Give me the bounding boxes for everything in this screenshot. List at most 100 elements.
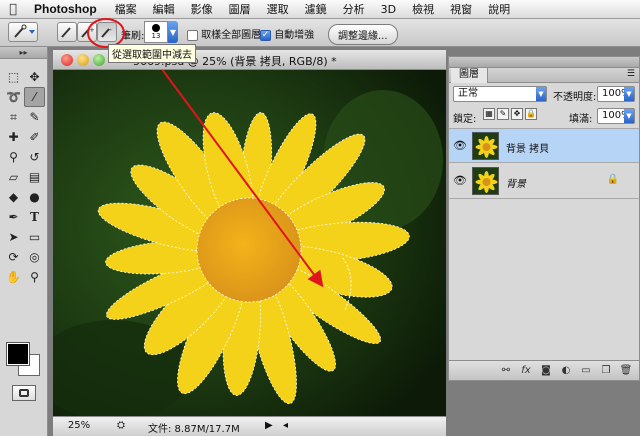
pen-tool-icon[interactable]: ✒ bbox=[3, 207, 24, 227]
menu-filter[interactable]: 濾鏡 bbox=[297, 1, 335, 17]
eye-icon[interactable]: 👁 bbox=[452, 139, 468, 153]
flower-image bbox=[53, 70, 446, 416]
layer-thumbnail bbox=[472, 167, 499, 195]
marquee-tool-icon[interactable]: ⬚ bbox=[3, 67, 24, 87]
healing-brush-tool-icon[interactable]: ✚ bbox=[3, 127, 24, 147]
crop-tool-icon[interactable]: ⌗ bbox=[3, 107, 24, 127]
document-statusbar: 25% ⛭ 文件: 8.87M/17.7M ▶ ◂ bbox=[53, 416, 446, 436]
delete-layer-icon[interactable]: 🗑 bbox=[619, 365, 633, 376]
foreground-color-swatch[interactable] bbox=[6, 342, 30, 366]
apple-icon[interactable]:  bbox=[0, 2, 26, 17]
layers-panel-tabrow: 圖層 ☰ bbox=[449, 68, 639, 83]
menu-help[interactable]: 說明 bbox=[480, 1, 518, 17]
menu-window[interactable]: 視窗 bbox=[442, 1, 480, 17]
tool-preset-picker[interactable] bbox=[8, 22, 38, 42]
brush-tool-icon[interactable]: ✐ bbox=[24, 127, 45, 147]
lock-row: 鎖定: ▦ ✎ ✥ 🔒 填滿: 100% ▼ bbox=[449, 105, 639, 127]
menu-photoshop[interactable]: Photoshop bbox=[26, 2, 107, 16]
menu-layer[interactable]: 圖層 bbox=[221, 1, 259, 17]
layer-name: 背景 拷貝 bbox=[506, 144, 550, 155]
new-layer-icon[interactable]: ❐ bbox=[599, 365, 613, 376]
layer-style-icon[interactable]: fx bbox=[519, 365, 533, 376]
adjustment-layer-icon[interactable]: ◐ bbox=[559, 365, 573, 376]
opacity-input[interactable]: 100% ▼ bbox=[597, 86, 635, 102]
menu-select[interactable]: 選取 bbox=[259, 1, 297, 17]
move-tool-icon[interactable]: ✥ bbox=[24, 67, 45, 87]
lock-icon: 🔒 bbox=[606, 174, 619, 185]
menu-analysis[interactable]: 分析 bbox=[335, 1, 373, 17]
menu-3d[interactable]: 3D bbox=[373, 3, 404, 16]
zoom-field[interactable]: 25% bbox=[59, 420, 99, 434]
link-layers-icon[interactable]: ⚯ bbox=[499, 365, 513, 376]
clone-stamp-tool-icon[interactable]: ⚲ bbox=[3, 147, 24, 167]
path-selection-tool-icon[interactable]: ➤ bbox=[3, 227, 24, 247]
sample-all-layers-checkbox[interactable] bbox=[187, 29, 198, 41]
photoshop-screen:  Photoshop 檔案 編輯 影像 圖層 選取 濾鏡 分析 3D 檢視 視… bbox=[0, 0, 640, 436]
blend-row: 正常 ▼ 不透明度: 100% ▼ bbox=[449, 83, 639, 105]
lock-all-icon[interactable]: 🔒 bbox=[525, 108, 537, 120]
layer-name: 背景 bbox=[506, 179, 526, 190]
layers-panel-topbar bbox=[449, 57, 639, 68]
menu-view[interactable]: 檢視 bbox=[404, 1, 442, 17]
tooltip: 從選取範圍中減去 bbox=[108, 44, 196, 63]
auto-enhance-label: 自動增強 bbox=[274, 30, 315, 41]
blend-mode-select[interactable]: 正常 ▼ bbox=[453, 86, 547, 102]
canvas[interactable] bbox=[53, 70, 446, 416]
scroll-left-icon[interactable]: ◂ bbox=[283, 420, 288, 431]
lock-transparency-icon[interactable]: ▦ bbox=[483, 108, 495, 120]
3d-orbit-tool-icon[interactable]: ◎ bbox=[24, 247, 45, 267]
quick-selection-tool-icon[interactable]: ⁄ bbox=[24, 87, 45, 107]
hand-tool-icon[interactable]: ✋ bbox=[3, 267, 24, 287]
tools-panel-header: ▸▸ bbox=[0, 47, 47, 59]
new-selection-button[interactable] bbox=[57, 22, 77, 42]
shape-tool-icon[interactable]: ▭ bbox=[24, 227, 45, 247]
history-brush-tool-icon[interactable]: ↺ bbox=[24, 147, 45, 167]
dodge-tool-icon[interactable]: ● bbox=[24, 187, 45, 207]
fill-input[interactable]: 100% ▼ bbox=[597, 108, 635, 124]
blur-tool-icon[interactable]: ◆ bbox=[3, 187, 24, 207]
tab-layers[interactable]: 圖層 bbox=[451, 68, 488, 83]
eyedropper-tool-icon[interactable]: ✎ bbox=[24, 107, 45, 127]
brush-picker[interactable]: 13 bbox=[144, 21, 168, 43]
layers-panel-footer: ⚯ fx ◙ ◐ ▭ ❐ 🗑 bbox=[449, 360, 639, 380]
layer-background[interactable]: 👁 背景 🔒 bbox=[449, 164, 639, 199]
quick-mask-icon bbox=[19, 389, 29, 397]
lock-label: 鎖定: bbox=[453, 114, 477, 125]
document-size: 文件: 8.87M/17.7M bbox=[148, 424, 240, 435]
chevron-down-icon: ▼ bbox=[624, 109, 634, 123]
auto-enhance-option[interactable]: ✓ 自動增強 bbox=[260, 26, 314, 41]
sample-all-layers-label: 取樣全部圖層 bbox=[201, 30, 262, 41]
menu-image[interactable]: 影像 bbox=[183, 1, 221, 17]
document-window: 5669.psd @ 25% (背景 拷貝, RGB/8) * 25% ⛭ 文件… bbox=[53, 50, 446, 436]
quick-mask-button[interactable] bbox=[12, 385, 36, 401]
auto-enhance-checkbox[interactable]: ✓ bbox=[260, 29, 271, 41]
type-tool-icon[interactable]: T bbox=[24, 207, 45, 227]
lock-position-icon[interactable]: ✥ bbox=[511, 108, 523, 120]
minimize-window-icon[interactable] bbox=[77, 54, 89, 66]
status-icon[interactable]: ⛭ bbox=[117, 420, 125, 431]
3d-rotate-tool-icon[interactable]: ⟳ bbox=[3, 247, 24, 267]
new-group-icon[interactable]: ▭ bbox=[579, 365, 593, 376]
gradient-tool-icon[interactable]: ▤ bbox=[24, 167, 45, 187]
layer-background-copy[interactable]: 👁 背景 拷貝 bbox=[449, 128, 639, 163]
eraser-tool-icon[interactable]: ▱ bbox=[3, 167, 24, 187]
status-menu-arrow-icon[interactable]: ▶ bbox=[265, 420, 273, 431]
menu-edit[interactable]: 編輯 bbox=[145, 1, 183, 17]
brush-new-icon bbox=[61, 27, 71, 38]
color-swatches bbox=[6, 342, 41, 377]
lock-pixels-icon[interactable]: ✎ bbox=[497, 108, 509, 120]
menu-file[interactable]: 檔案 bbox=[107, 1, 145, 17]
panel-menu-icon[interactable]: ☰ bbox=[627, 69, 635, 79]
close-window-icon[interactable] bbox=[61, 54, 73, 66]
zoom-window-icon[interactable] bbox=[93, 54, 105, 66]
brush-dropdown-button[interactable]: ▼ bbox=[168, 21, 178, 43]
sample-all-layers-option[interactable]: 取樣全部圖層 bbox=[187, 26, 261, 41]
eye-icon[interactable]: 👁 bbox=[452, 174, 468, 188]
fill-label: 填滿: bbox=[569, 114, 593, 125]
brush-preview-icon bbox=[152, 24, 160, 32]
tools-panel: ▸▸ ⬚ ✥ ➰ ⁄ ⌗ ✎ ✚ ✐ ⚲ ↺ ▱ ▤ ◆ ● ✒ T ➤ ▭ ⟳… bbox=[0, 47, 48, 436]
add-mask-icon[interactable]: ◙ bbox=[539, 365, 553, 376]
refine-edge-button[interactable]: 調整邊緣... bbox=[328, 24, 398, 45]
zoom-tool-icon[interactable]: ⚲ bbox=[24, 267, 45, 287]
lasso-tool-icon[interactable]: ➰ bbox=[3, 87, 24, 107]
